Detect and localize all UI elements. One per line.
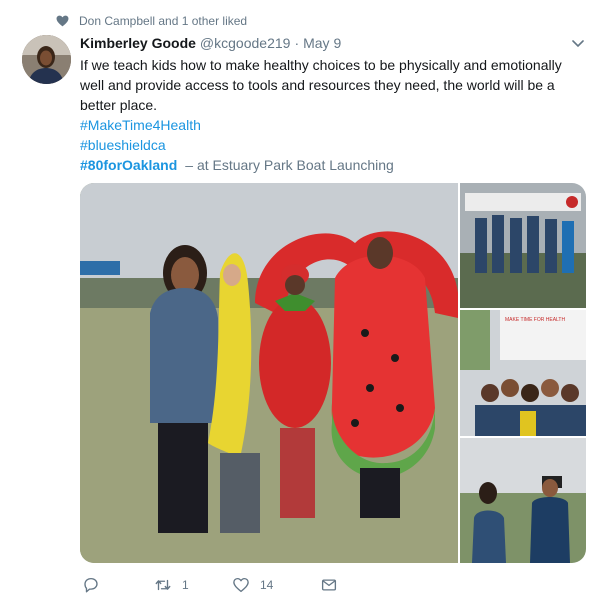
side-photo-banner[interactable] [460,183,586,308]
hashtag-blueshieldca[interactable]: #blueshieldca [80,135,166,155]
media-grid: MAKE TIME FOR HEALTH [80,183,586,563]
chevron-down-icon[interactable] [572,40,584,48]
reply-button[interactable] [82,576,154,594]
like-button[interactable]: 14 [232,576,320,594]
location-text[interactable]: – at Estuary Park Boat Launching [185,157,394,173]
tweet-header: Kimberley Goode @kcgoode219 · May 9 [80,35,582,55]
side-photo-interview[interactable] [460,438,586,563]
banner-text: MAKE TIME FOR HEALTH [505,317,565,323]
social-context: Don Campbell and 1 other liked [56,12,247,30]
like-count: 14 [260,578,274,592]
avatar-image [22,35,71,84]
retweet-icon [155,579,171,591]
hashtag-maketime4health[interactable]: #MakeTime4Health [80,115,201,135]
envelope-icon [321,579,337,591]
tweet-date[interactable]: May 9 [303,35,341,51]
author-handle[interactable]: @kcgoode219 [200,35,291,51]
separator-dot: · [294,35,300,51]
direct-message-button[interactable] [320,576,348,594]
main-photo[interactable] [80,183,458,563]
retweet-count: 1 [182,578,189,592]
tweet-actions: 1 14 [82,573,348,597]
retweet-button[interactable]: 1 [154,576,232,594]
side-photo-kids[interactable]: MAKE TIME FOR HEALTH [460,310,586,436]
avatar[interactable] [22,35,71,84]
hashtag-line: #80forOakland – at Estuary Park Boat Laun… [80,155,394,175]
like-icon [233,577,249,593]
hashtag-80foroakland[interactable]: #80forOakland [80,157,177,173]
liked-by-text[interactable]: Don Campbell and 1 other liked [79,14,247,28]
heart-icon [56,15,69,27]
reply-icon [84,577,98,593]
tweet-text: If we teach kids how to make healthy cho… [80,57,562,113]
author-name[interactable]: Kimberley Goode [80,35,196,51]
